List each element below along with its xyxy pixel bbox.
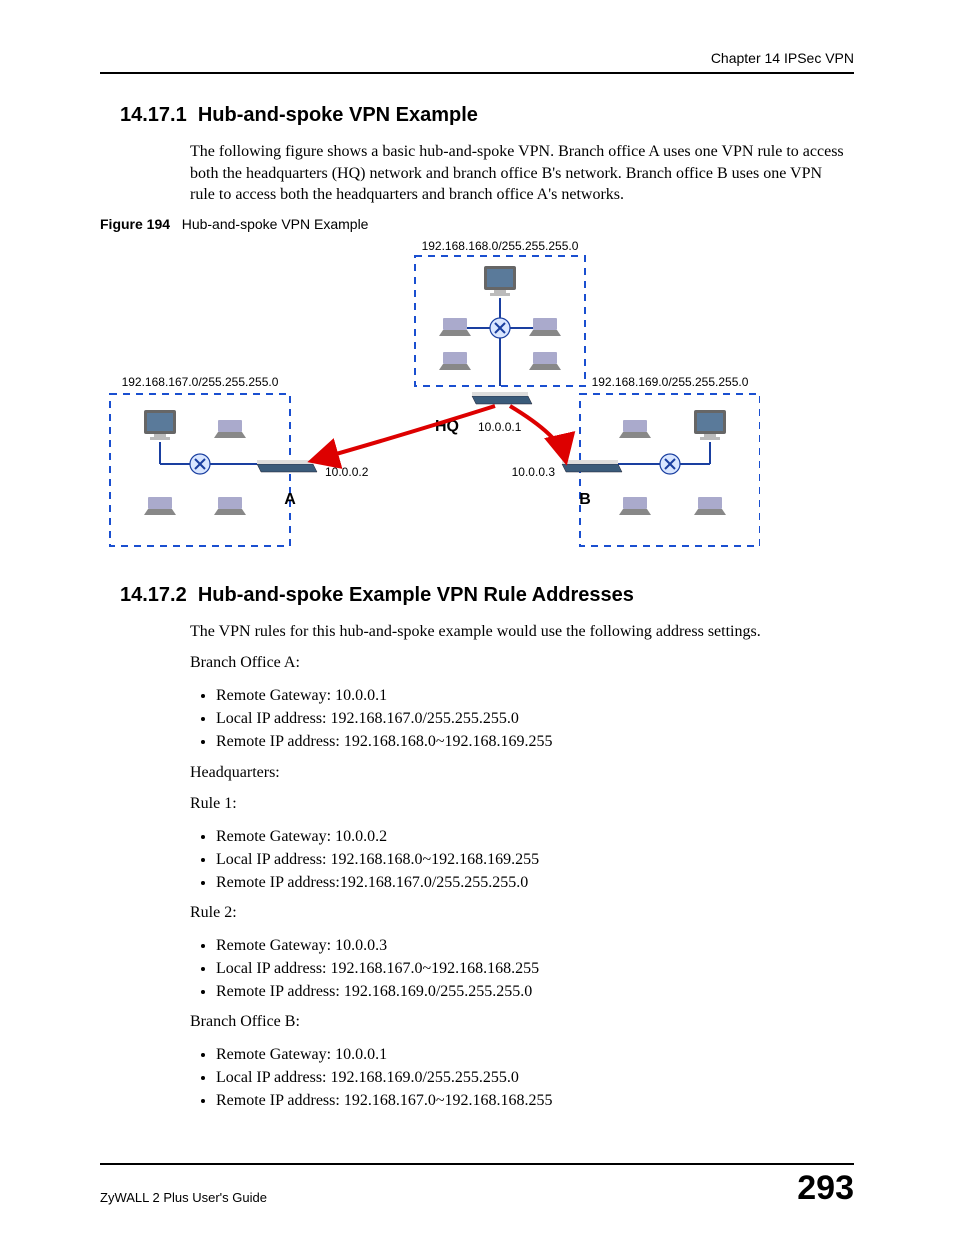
list-item: Remote Gateway: 10.0.0.3 bbox=[216, 934, 844, 957]
list-item: Remote IP address: 192.168.168.0~192.168… bbox=[216, 730, 844, 753]
label-b-ip: 10.0.0.3 bbox=[512, 465, 556, 479]
section-heading-14-17-1: 14.17.1 Hub-and-spoke VPN Example bbox=[120, 104, 854, 127]
branch-a-list: Remote Gateway: 10.0.0.1 Local IP addres… bbox=[190, 684, 844, 754]
page-footer: ZyWALL 2 Plus User's Guide 293 bbox=[100, 1163, 854, 1205]
branch-b-heading: Branch Office B: bbox=[190, 1011, 844, 1033]
branch-a-heading: Branch Office A: bbox=[190, 652, 844, 674]
section-1-paragraph: The following figure shows a basic hub-a… bbox=[190, 141, 844, 206]
rule-2-list: Remote Gateway: 10.0.0.3 Local IP addres… bbox=[190, 934, 844, 1004]
list-item: Remote Gateway: 10.0.0.1 bbox=[216, 684, 844, 707]
list-item: Local IP address: 192.168.167.0/255.255.… bbox=[216, 707, 844, 730]
list-item: Remote IP address: 192.168.169.0/255.255… bbox=[216, 980, 844, 1003]
figure-title: Hub-and-spoke VPN Example bbox=[182, 216, 369, 232]
section-title: Hub-and-spoke Example VPN Rule Addresses bbox=[198, 584, 634, 606]
list-item: Remote Gateway: 10.0.0.2 bbox=[216, 825, 844, 848]
list-item: Remote IP address: 192.168.167.0~192.168… bbox=[216, 1089, 844, 1112]
footer-guide-title: ZyWALL 2 Plus User's Guide bbox=[100, 1190, 267, 1205]
label-hq-ip: 10.0.0.1 bbox=[478, 420, 522, 434]
chapter-header: Chapter 14 IPSec VPN bbox=[100, 50, 854, 74]
label-a-ip: 10.0.0.2 bbox=[325, 465, 369, 479]
figure-caption: Figure 194 Hub-and-spoke VPN Example bbox=[100, 216, 854, 232]
list-item: Local IP address: 192.168.168.0~192.168.… bbox=[216, 848, 844, 871]
figure-194-diagram: 192.168.168.0/255.255.255.0 HQ 10.0.0.1 … bbox=[100, 236, 760, 556]
hq-heading: Headquarters: bbox=[190, 762, 844, 784]
section-heading-14-17-2: 14.17.2 Hub-and-spoke Example VPN Rule A… bbox=[120, 584, 854, 607]
rule-1-heading: Rule 1: bbox=[190, 793, 844, 815]
section-2-intro: The VPN rules for this hub-and-spoke exa… bbox=[190, 621, 844, 643]
section-number: 14.17.2 bbox=[120, 584, 187, 606]
rule-1-list: Remote Gateway: 10.0.0.2 Local IP addres… bbox=[190, 825, 844, 895]
label-b-subnet: 192.168.169.0/255.255.255.0 bbox=[592, 375, 749, 389]
label-hq-subnet: 192.168.168.0/255.255.255.0 bbox=[422, 239, 579, 253]
rule-2-heading: Rule 2: bbox=[190, 902, 844, 924]
list-item: Remote IP address:192.168.167.0/255.255.… bbox=[216, 871, 844, 894]
label-a: A bbox=[284, 491, 296, 508]
figure-number: Figure 194 bbox=[100, 216, 170, 232]
list-item: Local IP address: 192.168.169.0/255.255.… bbox=[216, 1066, 844, 1089]
list-item: Remote Gateway: 10.0.0.1 bbox=[216, 1043, 844, 1066]
label-b: B bbox=[579, 491, 591, 508]
list-item: Local IP address: 192.168.167.0~192.168.… bbox=[216, 957, 844, 980]
branch-b-list: Remote Gateway: 10.0.0.1 Local IP addres… bbox=[190, 1043, 844, 1113]
label-a-subnet: 192.168.167.0/255.255.255.0 bbox=[122, 375, 279, 389]
footer-page-number: 293 bbox=[797, 1171, 854, 1205]
section-title: Hub-and-spoke VPN Example bbox=[198, 104, 478, 126]
section-number: 14.17.1 bbox=[120, 104, 187, 126]
